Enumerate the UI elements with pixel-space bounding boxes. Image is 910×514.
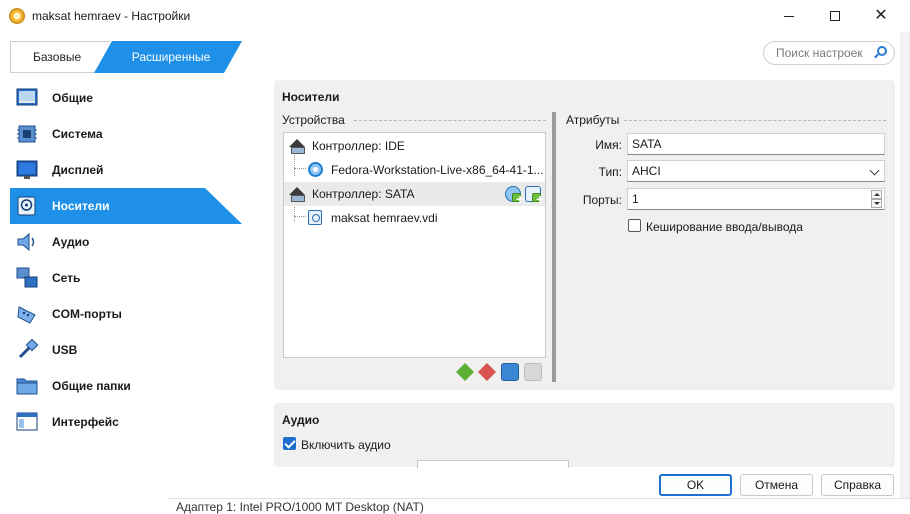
port-count-spinbox[interactable]: 1 [627,188,885,210]
search-placeholder: Поиск настроек [776,46,863,60]
name-label: Имя: [595,138,622,152]
sidebar-item-label: Сеть [52,271,81,285]
io-cache-checkbox[interactable] [628,219,641,232]
cancel-button[interactable]: Отмена [740,474,813,496]
controller-name-input[interactable]: SATA [627,133,885,155]
tree-item-label: maksat hemraev.vdi [331,211,438,225]
title-bar: maksat hemraev - Настройки ✕ [0,0,910,32]
spin-down-icon[interactable] [871,199,882,208]
sidebar-item-display[interactable]: Дисплей [10,152,242,188]
general-icon [16,88,38,106]
spin-up-icon[interactable] [871,190,882,199]
type-label: Тип: [598,165,622,179]
tree-item-ide-controller[interactable]: Контроллер: IDE [284,134,545,158]
sidebar-item-label: Общие [52,91,93,105]
add-attachment-icon[interactable] [501,363,519,381]
maximize-icon [830,11,840,21]
remove-attachment-icon [524,363,542,381]
settings-sidebar: Общие Система Дисплей Носители Аудио Сет… [10,80,242,460]
minimize-button[interactable] [766,0,812,32]
port-count-value: 1 [632,192,639,206]
tree-item-optical-disc[interactable]: Fedora-Workstation-Live-x86_64-41-1... [284,158,545,182]
devices-divider [354,120,546,121]
ok-button[interactable]: OK [659,474,732,496]
tab-basic[interactable]: Базовые [10,41,110,73]
display-icon [16,160,38,179]
close-button[interactable]: ✕ [858,0,904,32]
network-icon [16,267,38,288]
audio-driver-select[interactable] [417,460,569,468]
tab-expert[interactable]: Расширенные [94,41,242,73]
sidebar-item-system[interactable]: Система [10,116,242,152]
chevron-down-icon [869,165,880,176]
shared-folders-icon [16,378,38,395]
user-interface-icon [16,412,38,431]
sidebar-item-label: Носители [52,199,110,213]
window-title: maksat hemraev - Настройки [32,9,191,23]
tree-item-label: Контроллер: SATA [312,187,415,201]
hard-disk-icon [308,210,322,225]
sidebar-item-label: Система [52,127,103,141]
minimize-icon [784,15,794,17]
add-optical-drive-icon[interactable] [505,186,524,207]
mode-tabs: Базовые Расширенные [10,41,242,73]
audio-icon [17,232,35,252]
storage-title: Носители [282,90,340,104]
enable-audio-checkbox[interactable] [283,437,296,450]
pane-splitter[interactable] [552,112,556,382]
system-icon [17,125,37,143]
storage-tree[interactable]: Контроллер: IDE Fedora-Workstation-Live-… [283,132,546,358]
maximize-button[interactable] [812,0,858,32]
sidebar-item-usb[interactable]: USB [10,332,242,368]
tree-item-hard-disk[interactable]: maksat hemraev.vdi [284,206,545,230]
sidebar-item-label: Интерфейс [52,415,119,429]
active-highlight [10,188,242,224]
controller-icon [289,187,305,202]
add-hard-disk-icon[interactable] [525,186,544,207]
tree-item-sata-controller[interactable]: Контроллер: SATA [284,182,545,207]
controller-name-value: SATA [632,137,662,151]
background-window-edge [900,0,910,514]
sidebar-item-label: Общие папки [52,379,131,393]
sidebar-item-label: Дисплей [52,163,104,177]
settings-window: maksat hemraev - Настройки ✕ Базовые Рас… [0,0,910,514]
search-icon [877,46,887,56]
ports-label: Порты: [582,193,622,207]
background-window-text: Адаптер 1: Intel PRO/1000 MT Desktop (NA… [168,498,910,514]
sidebar-item-label: USB [52,343,78,357]
sidebar-item-label: Аудио [52,235,90,249]
storage-group: Носители Устройства Контроллер: IDE Fedo… [274,80,895,390]
serial-ports-icon [17,306,36,324]
sidebar-item-user-interface[interactable]: Интерфейс [10,404,242,440]
remove-controller-icon[interactable] [478,363,496,381]
help-button[interactable]: Справка [821,474,894,496]
sidebar-item-audio[interactable]: Аудио [10,224,242,260]
usb-icon [18,339,39,359]
tree-item-label: Контроллер: IDE [312,139,405,153]
io-cache-label: Кеширование ввода/вывода [646,220,803,234]
storage-icon [17,196,36,216]
sidebar-item-network[interactable]: Сеть [10,260,242,296]
controller-icon [289,139,305,154]
close-icon: ✕ [874,7,888,24]
attributes-divider [624,120,886,121]
attributes-label: Атрибуты [566,113,620,127]
tree-item-label: Fedora-Workstation-Live-x86_64-41-1... [331,163,544,177]
optical-disc-icon [308,162,323,177]
sidebar-item-serial-ports[interactable]: COM-порты [10,296,242,332]
sidebar-item-storage[interactable]: Носители [10,188,242,224]
controller-type-value: AHCI [632,164,661,178]
devices-label: Устройства [282,113,345,127]
sidebar-item-general[interactable]: Общие [10,80,242,116]
sidebar-item-shared-folders[interactable]: Общие папки [10,368,242,404]
audio-group: Аудио Включить аудио [274,403,895,468]
enable-audio-label: Включить аудио [301,438,391,452]
audio-title: Аудио [282,413,320,427]
settings-search-input[interactable]: Поиск настроек [763,41,895,65]
controller-type-select[interactable]: AHCI [627,160,885,182]
add-controller-icon[interactable] [456,363,474,381]
sidebar-item-label: COM-порты [52,307,122,321]
virtualbox-app-icon [9,8,25,24]
